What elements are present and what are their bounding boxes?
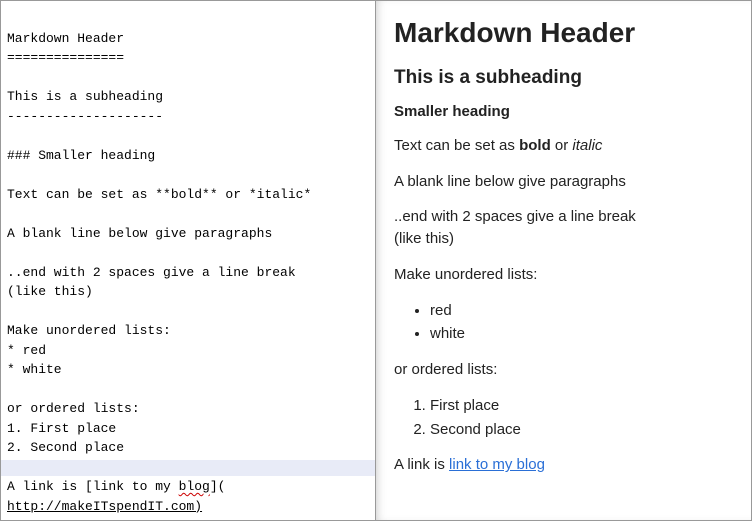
src-h3: ### Smaller heading — [7, 148, 155, 163]
rendered-style-line: Text can be set as bold or italic — [394, 135, 733, 157]
bold-text: bold — [519, 137, 551, 154]
rendered-h3: Smaller heading — [394, 101, 733, 123]
rendered-ul-intro: Make unordered lists: — [394, 264, 733, 286]
list-item: Second place — [430, 419, 733, 441]
src-para1: A blank line below give paragraphs — [7, 226, 272, 241]
list-item: red — [430, 300, 733, 322]
markdown-source-pane[interactable]: Markdown Header =============== This is … — [1, 1, 376, 520]
src-ul-intro: Make unordered lists: — [7, 323, 171, 338]
italic-text: italic — [572, 137, 602, 154]
src-link-url: http://makeITspendIT.com) — [7, 499, 202, 514]
rendered-link[interactable]: link to my blog — [449, 456, 545, 473]
src-link-line: A link is [link to my blog]( — [7, 479, 225, 494]
src-ol1: 1. First place — [7, 421, 116, 436]
src-ul1: * red — [7, 343, 46, 358]
rendered-para1: A blank line below give paragraphs — [394, 171, 733, 193]
rendered-para2: ..end with 2 spaces give a line break (l… — [394, 206, 733, 250]
cursor-line-highlight — [1, 460, 375, 476]
src-h1: Markdown Header — [7, 31, 124, 46]
rendered-h1: Markdown Header — [394, 13, 733, 54]
source-text[interactable]: Markdown Header =============== This is … — [7, 29, 369, 517]
src-h1-underline: =============== — [7, 50, 124, 65]
rendered-h2: This is a subheading — [394, 64, 733, 92]
src-h2: This is a subheading — [7, 89, 163, 104]
src-para2b: (like this) — [7, 284, 93, 299]
src-style-line: Text can be set as **bold** or *italic* — [7, 187, 311, 202]
rendered-link-line: A link is link to my blog — [394, 454, 733, 476]
src-h2-underline: -------------------- — [7, 109, 163, 124]
markdown-preview-pane: Markdown Header This is a subheading Sma… — [376, 1, 751, 520]
src-ol-intro: or ordered lists: — [7, 401, 140, 416]
list-item: First place — [430, 395, 733, 417]
src-ol2: 2. Second place — [7, 440, 124, 455]
src-ul2: * white — [7, 362, 62, 377]
rendered-ol-intro: or ordered lists: — [394, 359, 733, 381]
rendered-ul: red white — [430, 300, 733, 346]
spellcheck-squiggle: blog — [179, 479, 210, 494]
list-item: white — [430, 323, 733, 345]
src-para2a: ..end with 2 spaces give a line break — [7, 265, 296, 280]
rendered-ol: First place Second place — [430, 395, 733, 441]
